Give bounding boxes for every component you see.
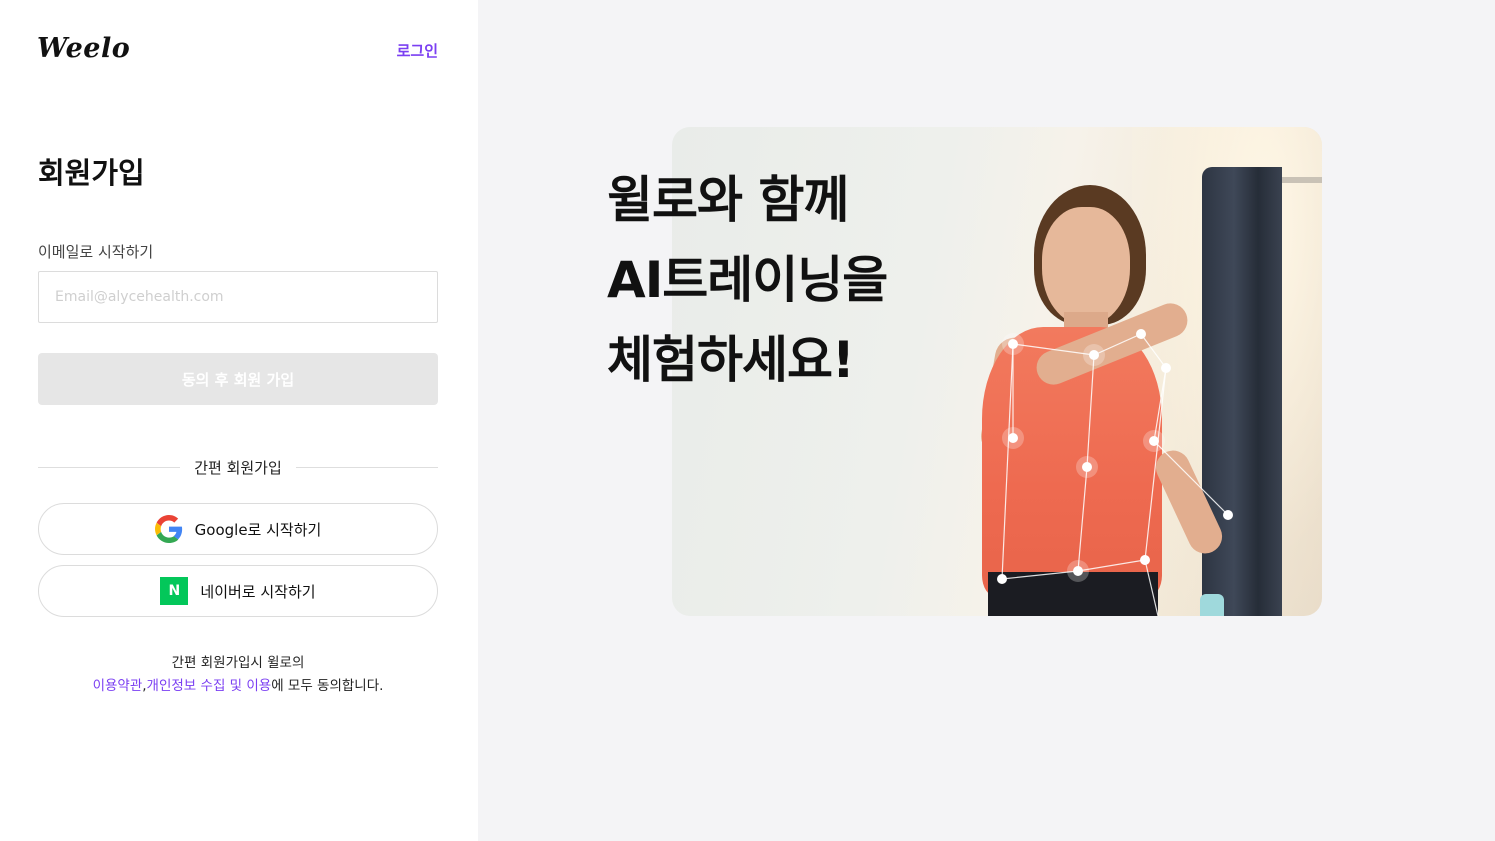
- weelo-logo[interactable]: Weelo: [37, 33, 130, 64]
- naver-icon: N: [160, 577, 189, 605]
- terms-tail: 에 모두 동의합니다.: [271, 678, 384, 694]
- agree-signup-button[interactable]: 동의 후 회원 가입: [38, 353, 438, 405]
- hero-line-1: 윌로와 함께: [607, 171, 849, 229]
- terms-notice: 간편 회원가입시 윌로의 이용약관,개인정보 수집 및 이용에 모두 동의합니다…: [38, 652, 438, 698]
- google-button-label: Google로 시작하기: [194, 520, 322, 539]
- hero-line-3: 체험하세요!: [607, 331, 855, 389]
- divider-line-left: [38, 466, 181, 468]
- google-signup-button[interactable]: Google로 시작하기: [38, 503, 438, 555]
- email-label: 이메일로 시작하기: [38, 243, 154, 261]
- divider-line-right: [295, 466, 439, 468]
- email-input[interactable]: [38, 271, 438, 323]
- page-title: 회원가입: [38, 156, 145, 190]
- signup-panel: Weelo 로그인 회원가입 이메일로 시작하기 동의 후 회원 가입 간편 회…: [0, 0, 478, 841]
- terms-line-2: 이용약관,개인정보 수집 및 이용에 모두 동의합니다.: [38, 675, 438, 698]
- google-icon: [154, 515, 183, 543]
- easy-signup-divider: 간편 회원가입: [38, 457, 439, 477]
- terms-line-1: 간편 회원가입시 윌로의: [171, 655, 305, 671]
- login-link[interactable]: 로그인: [397, 40, 438, 61]
- divider-label: 간편 회원가입: [194, 458, 282, 477]
- hero-headline: 윌로와 함께 AI트레이닝을 체험하세요!: [607, 160, 888, 400]
- naver-signup-button[interactable]: N 네이버로 시작하기: [38, 565, 438, 617]
- privacy-policy-link[interactable]: 개인정보 수집 및 이용: [147, 678, 272, 694]
- terms-of-use-link[interactable]: 이용약관: [93, 678, 143, 694]
- hero-line-2: AI트레이닝을: [607, 251, 888, 309]
- naver-button-label: 네이버로 시작하기: [200, 582, 316, 601]
